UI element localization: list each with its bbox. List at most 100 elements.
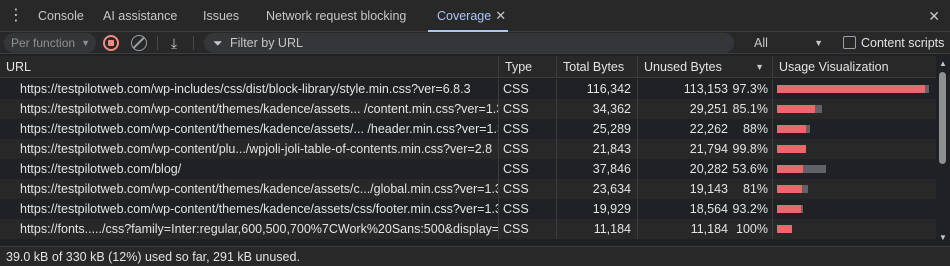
- row-unused-percent: 99.8%: [732, 142, 768, 156]
- tab-ai-assistance[interactable]: AI assistance: [103, 0, 177, 32]
- row-unused-percent: 93.2%: [732, 202, 768, 216]
- table-row[interactable]: https://fonts...../css?family=Inter:regu…: [0, 219, 936, 239]
- row-unused-bytes: 20,282 53.6%: [637, 159, 772, 179]
- unused-bytes-bar: [777, 105, 815, 113]
- toolbar-divider: [193, 36, 194, 50]
- column-header-usage-visualization[interactable]: Usage Visualization: [772, 56, 936, 78]
- column-header-type[interactable]: Type: [498, 56, 556, 78]
- used-bytes-bar: [925, 85, 929, 93]
- row-type: CSS: [498, 179, 556, 199]
- row-unused-percent: 100%: [736, 222, 768, 236]
- unused-bytes-bar: [777, 225, 792, 233]
- column-header-unused-bytes[interactable]: Unused Bytes ▼: [637, 56, 772, 78]
- clear-icon[interactable]: [131, 35, 147, 51]
- row-usage-visualization: [772, 179, 936, 199]
- used-bytes-bar: [802, 185, 808, 193]
- filter-icon: ⏷: [213, 36, 223, 50]
- tab-coverage-label: Coverage: [437, 9, 492, 23]
- coverage-table: URL Type Total Bytes Unused Bytes ▼ Usage…: [0, 56, 936, 244]
- row-url: https://testpilotweb.com/wp-content/plu.…: [20, 142, 493, 156]
- row-unused-percent: 88%: [742, 122, 768, 136]
- row-url: https://testpilotweb.com/blog/: [20, 162, 182, 176]
- chevron-down-icon: ▼: [81, 38, 90, 48]
- column-header-url[interactable]: URL: [0, 56, 498, 78]
- url-filter[interactable]: ⏷: [204, 33, 734, 53]
- row-unused-value: 22,262: [689, 122, 728, 136]
- tab-coverage[interactable]: Coverage ✕: [428, 0, 509, 32]
- row-unused-value: 19,143: [689, 182, 728, 196]
- row-type: CSS: [498, 159, 556, 179]
- row-unused-bytes: 113,153 97.3%: [637, 79, 772, 99]
- scroll-up-icon[interactable]: ▲: [939, 59, 947, 68]
- row-unused-percent: 53.6%: [732, 162, 768, 176]
- row-url: https://fonts...../css?family=Inter:regu…: [20, 222, 498, 236]
- coverage-type-dropdown[interactable]: Per function ▼: [4, 33, 96, 53]
- table-header: URL Type Total Bytes Unused Bytes ▼ Usage…: [0, 56, 936, 78]
- content-scripts-checkbox[interactable]: [843, 36, 856, 49]
- table-scrollbar[interactable]: ▲ ▼: [936, 56, 950, 244]
- table-row[interactable]: https://testpilotweb.com/wp-content/them…: [0, 99, 936, 119]
- row-type: CSS: [498, 199, 556, 219]
- tab-console[interactable]: Console: [38, 0, 84, 32]
- row-unused-bytes: 22,262 88%: [637, 119, 772, 139]
- row-unused-bytes: 29,251 85.1%: [637, 99, 772, 119]
- stop-recording-icon[interactable]: [103, 35, 119, 51]
- used-bytes-bar: [801, 205, 803, 213]
- row-total-bytes: 116,342: [556, 79, 637, 99]
- unused-bytes-bar: [777, 185, 802, 193]
- column-header-total-bytes[interactable]: Total Bytes: [556, 56, 637, 78]
- row-type: CSS: [498, 219, 556, 239]
- row-usage-visualization: [772, 199, 936, 219]
- row-unused-value: 11,184: [690, 222, 728, 236]
- table-row[interactable]: https://testpilotweb.com/wp-content/plu.…: [0, 139, 936, 159]
- row-unused-percent: 97.3%: [732, 82, 768, 96]
- unused-bytes-bar: [777, 205, 801, 213]
- row-type: CSS: [498, 119, 556, 139]
- type-filter-dropdown[interactable]: All ▼: [748, 33, 828, 53]
- row-total-bytes: 34,362: [556, 99, 637, 119]
- row-usage-visualization: [772, 139, 936, 159]
- unused-bytes-bar: [777, 125, 806, 133]
- scrollbar-thumb[interactable]: [939, 72, 946, 164]
- more-tabs-menu-icon[interactable]: ⋮: [8, 7, 24, 25]
- row-total-bytes: 23,634: [556, 179, 637, 199]
- unused-bytes-label: Unused Bytes: [644, 60, 722, 74]
- close-drawer-icon[interactable]: ✕: [928, 8, 940, 24]
- row-url: https://testpilotweb.com/wp-content/them…: [20, 202, 498, 216]
- table-row[interactable]: https://testpilotweb.com/wp-content/them…: [0, 199, 936, 219]
- tab-issues[interactable]: Issues: [203, 0, 239, 32]
- table-row[interactable]: https://testpilotweb.com/wp-includes/css…: [0, 79, 936, 99]
- row-total-bytes: 37,846: [556, 159, 637, 179]
- close-tab-icon[interactable]: ✕: [495, 0, 506, 32]
- tab-bar: ⋮ Console AI assistance Issues Network r…: [0, 0, 950, 32]
- table-row[interactable]: https://testpilotweb.com/wp-content/them…: [0, 179, 936, 199]
- row-usage-visualization: [772, 99, 936, 119]
- content-scripts-label: Content scripts: [861, 36, 945, 50]
- row-url: https://testpilotweb.com/wp-content/them…: [20, 182, 498, 196]
- unused-bytes-bar: [777, 165, 803, 173]
- unused-bytes-bar: [777, 145, 806, 153]
- row-total-bytes: 25,289: [556, 119, 637, 139]
- row-unused-value: 29,251: [689, 102, 728, 116]
- used-bytes-bar: [815, 105, 822, 113]
- row-unused-value: 21,794: [689, 142, 728, 156]
- used-bytes-bar: [806, 125, 810, 133]
- row-unused-bytes: 21,794 99.8%: [637, 139, 772, 159]
- tab-network-request-blocking[interactable]: Network request blocking: [266, 0, 406, 32]
- coverage-summary: 39.0 kB of 330 kB (12%) used so far, 291…: [0, 246, 950, 266]
- row-url: https://testpilotweb.com/wp-content/them…: [20, 102, 498, 116]
- url-filter-input[interactable]: [230, 33, 725, 53]
- chevron-down-icon: ▼: [814, 38, 823, 48]
- table-row[interactable]: https://testpilotweb.com/blog/CSS 37,846 2…: [0, 159, 936, 179]
- row-unused-value: 18,564: [689, 202, 728, 216]
- row-unused-percent: 85.1%: [732, 102, 768, 116]
- scroll-down-icon[interactable]: ▼: [939, 233, 947, 242]
- table-row[interactable]: https://testpilotweb.com/wp-content/them…: [0, 119, 936, 139]
- coverage-type-value: Per function: [11, 36, 76, 50]
- row-url: https://testpilotweb.com/wp-content/them…: [20, 122, 498, 136]
- export-icon[interactable]: ⤓: [166, 35, 182, 51]
- row-unused-bytes: 18,564 93.2%: [637, 199, 772, 219]
- unused-bytes-bar: [777, 85, 925, 93]
- used-bytes-bar: [803, 165, 826, 173]
- row-type: CSS: [498, 79, 556, 99]
